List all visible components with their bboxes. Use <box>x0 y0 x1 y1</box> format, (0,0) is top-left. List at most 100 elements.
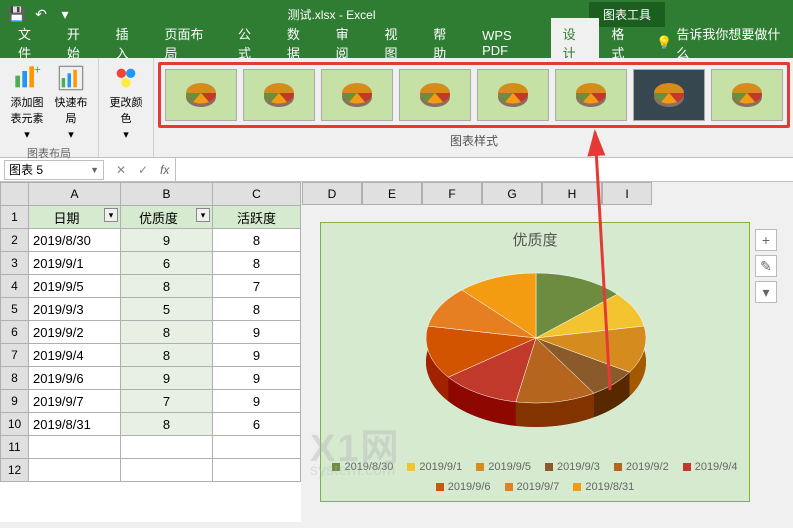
cell[interactable] <box>213 436 301 459</box>
embedded-chart[interactable]: 优质度 2019/8/30 2019/9/1 2019/9/5 2019/9/3 201… <box>320 222 750 502</box>
cell[interactable] <box>29 459 121 482</box>
chart-style-thumb[interactable] <box>165 69 237 121</box>
column-header[interactable]: G <box>482 182 542 205</box>
legend-label: 2019/9/1 <box>419 461 462 473</box>
ribbon-group-colors: 更改颜色▾ <box>99 58 154 157</box>
ribbon-group-chart-styles: 图表样式 <box>154 58 793 157</box>
row-header[interactable]: 11 <box>1 436 29 459</box>
cell[interactable]: 8 <box>213 229 301 252</box>
chart-style-thumb[interactable] <box>477 69 549 121</box>
column-header[interactable]: B <box>121 183 213 206</box>
cell[interactable]: 8 <box>213 252 301 275</box>
chart-title[interactable]: 优质度 <box>321 223 749 256</box>
legend-item[interactable]: 2019/9/6 <box>436 481 491 493</box>
cell[interactable]: 7 <box>213 275 301 298</box>
cell[interactable]: 7 <box>121 390 213 413</box>
chevron-down-icon[interactable]: ▼ <box>90 165 99 175</box>
cell[interactable]: 日期▾ <box>29 206 121 229</box>
row-header[interactable]: 3 <box>1 252 29 275</box>
quick-layout-button[interactable]: 快速布局▾ <box>50 62 92 143</box>
cell[interactable]: 2019/9/3 <box>29 298 121 321</box>
name-box[interactable]: 图表 5 ▼ <box>4 160 104 180</box>
cell[interactable]: 优质度▾ <box>121 206 213 229</box>
row-header[interactable]: 7 <box>1 344 29 367</box>
cell[interactable]: 2019/9/2 <box>29 321 121 344</box>
column-header[interactable]: C <box>213 183 301 206</box>
legend-swatch <box>683 463 691 471</box>
change-colors-button[interactable]: 更改颜色▾ <box>105 62 147 143</box>
worksheet[interactable]: ABC 1 日期▾ 优质度▾ 活跃度 2 2019/8/30 9 8 3 2019/9… <box>0 182 301 522</box>
column-header[interactable]: H <box>542 182 602 205</box>
cell[interactable] <box>121 459 213 482</box>
cell[interactable]: 9 <box>121 229 213 252</box>
column-header[interactable]: F <box>422 182 482 205</box>
cell[interactable]: 6 <box>121 252 213 275</box>
cancel-icon[interactable]: ✕ <box>112 163 130 177</box>
legend-item[interactable]: 2019/9/5 <box>476 461 531 473</box>
cell[interactable]: 8 <box>121 275 213 298</box>
row-header[interactable]: 5 <box>1 298 29 321</box>
cell[interactable]: 6 <box>213 413 301 436</box>
chart-filters-button[interactable]: ▾ <box>755 281 777 303</box>
chart-style-thumb[interactable] <box>633 69 705 121</box>
cell[interactable]: 9 <box>213 344 301 367</box>
column-header[interactable]: I <box>602 182 652 205</box>
cell[interactable]: 2019/9/4 <box>29 344 121 367</box>
cell[interactable]: 5 <box>121 298 213 321</box>
add-element-icon: + <box>13 64 41 92</box>
cell[interactable]: 8 <box>121 321 213 344</box>
tell-me[interactable]: 💡 告诉我你想要做什么 <box>656 24 787 62</box>
cell[interactable]: 9 <box>213 367 301 390</box>
cell[interactable]: 2019/9/5 <box>29 275 121 298</box>
column-header[interactable]: A <box>29 183 121 206</box>
filter-button[interactable]: ▾ <box>196 208 210 222</box>
confirm-icon[interactable]: ✓ <box>134 163 152 177</box>
cell[interactable] <box>29 436 121 459</box>
cell[interactable] <box>121 436 213 459</box>
column-header[interactable]: D <box>302 182 362 205</box>
row-header[interactable]: 8 <box>1 367 29 390</box>
cell[interactable] <box>213 459 301 482</box>
chart-styles-button[interactable]: ✎ <box>755 255 777 277</box>
row-header[interactable]: 4 <box>1 275 29 298</box>
cell[interactable]: 8 <box>213 298 301 321</box>
formula-input[interactable] <box>175 158 793 181</box>
cell[interactable]: 2019/9/6 <box>29 367 121 390</box>
legend-item[interactable]: 2019/9/7 <box>505 481 560 493</box>
row-header[interactable]: 9 <box>1 390 29 413</box>
row-header[interactable]: 1 <box>1 206 29 229</box>
legend-swatch <box>573 483 581 491</box>
cell[interactable]: 2019/8/30 <box>29 229 121 252</box>
chart-style-thumb[interactable] <box>555 69 627 121</box>
cell[interactable]: 8 <box>121 413 213 436</box>
legend-item[interactable]: 2019/9/2 <box>614 461 669 473</box>
row-header[interactable]: 12 <box>1 459 29 482</box>
chart-style-thumb[interactable] <box>711 69 783 121</box>
chart-style-thumb[interactable] <box>399 69 471 121</box>
legend-item[interactable]: 2019/9/3 <box>545 461 600 473</box>
row-header[interactable]: 2 <box>1 229 29 252</box>
cell[interactable]: 9 <box>213 321 301 344</box>
column-header[interactable]: E <box>362 182 422 205</box>
row-header[interactable]: 10 <box>1 413 29 436</box>
cell[interactable]: 2019/8/31 <box>29 413 121 436</box>
chart-style-thumb[interactable] <box>243 69 315 121</box>
row-header[interactable]: 6 <box>1 321 29 344</box>
select-all-corner[interactable] <box>1 183 29 206</box>
cell[interactable]: 9 <box>121 367 213 390</box>
cell[interactable]: 2019/9/7 <box>29 390 121 413</box>
legend-swatch <box>436 483 444 491</box>
chart-elements-button[interactable]: + <box>755 229 777 251</box>
legend-item[interactable]: 2019/8/30 <box>332 461 393 473</box>
legend-item[interactable]: 2019/9/4 <box>683 461 738 473</box>
chart-style-thumb[interactable] <box>321 69 393 121</box>
legend-item[interactable]: 2019/9/1 <box>407 461 462 473</box>
legend-item[interactable]: 2019/8/31 <box>573 481 634 493</box>
cell[interactable]: 活跃度 <box>213 206 301 229</box>
filter-button[interactable]: ▾ <box>104 208 118 222</box>
pie-chart-graphic <box>411 263 661 433</box>
cell[interactable]: 9 <box>213 390 301 413</box>
cell[interactable]: 8 <box>121 344 213 367</box>
add-chart-element-button[interactable]: + 添加图表元素▾ <box>6 62 48 143</box>
cell[interactable]: 2019/9/1 <box>29 252 121 275</box>
